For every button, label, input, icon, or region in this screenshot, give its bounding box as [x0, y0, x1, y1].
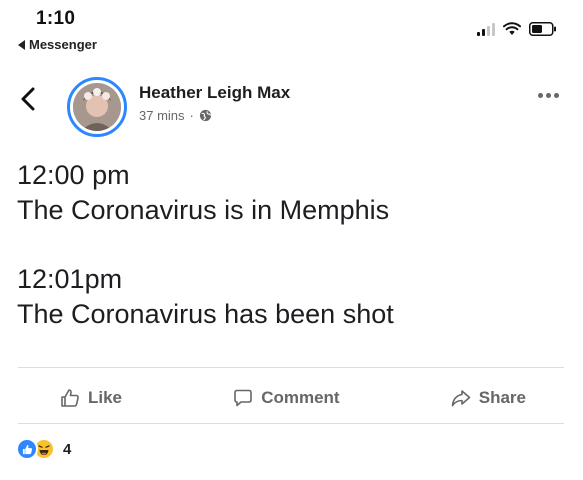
comment-button[interactable]: Comment [233, 388, 340, 408]
post-text: 12:00 pm The Coronavirus is in Memphis 1… [17, 158, 567, 332]
back-chevron-icon[interactable] [20, 87, 36, 117]
back-to-messenger[interactable]: Messenger [18, 37, 97, 52]
post-author-name[interactable]: Heather Leigh Max [139, 83, 290, 103]
like-label: Like [88, 388, 123, 407]
back-app-label: Messenger [29, 37, 97, 52]
cellular-signal-icon [477, 22, 495, 36]
status-indicators [477, 22, 557, 36]
post-actions: Like Comment Share [18, 376, 564, 420]
like-reaction-icon [16, 438, 38, 460]
post-line: 12:00 pm [17, 160, 130, 190]
post-line: The Coronavirus has been shot [17, 299, 394, 329]
like-button[interactable]: Like [60, 388, 122, 408]
battery-icon [529, 22, 556, 36]
post-line: 12:01pm [17, 264, 123, 294]
share-label: Share [478, 388, 526, 407]
comment-label: Comment [261, 388, 340, 407]
post-meta: 37 mins · [139, 108, 212, 123]
share-button[interactable]: Share [451, 388, 526, 408]
comment-icon [234, 389, 252, 407]
thumbs-up-icon [61, 389, 79, 407]
reaction-count: 4 [63, 440, 72, 458]
meta-separator: · [189, 108, 194, 123]
more-options-icon[interactable] [538, 93, 559, 98]
share-icon [451, 390, 471, 407]
back-triangle-icon [18, 39, 25, 50]
status-time: 1:10 [36, 8, 76, 29]
divider-top [18, 367, 564, 368]
globe-icon [199, 109, 212, 122]
post-line: The Coronavirus is in Memphis [17, 195, 390, 225]
avatar [73, 83, 121, 131]
reactions-summary[interactable]: 4 [16, 438, 71, 460]
facebook-post-screen: 1:10 Messenger Heather Leigh Max 37 mins… [0, 0, 583, 480]
post-timestamp[interactable]: 37 mins [139, 108, 185, 123]
avatar-story-ring[interactable] [67, 77, 127, 137]
status-bar: 1:10 Messenger [0, 0, 583, 60]
wifi-icon [503, 22, 521, 35]
divider-bottom [18, 423, 564, 424]
